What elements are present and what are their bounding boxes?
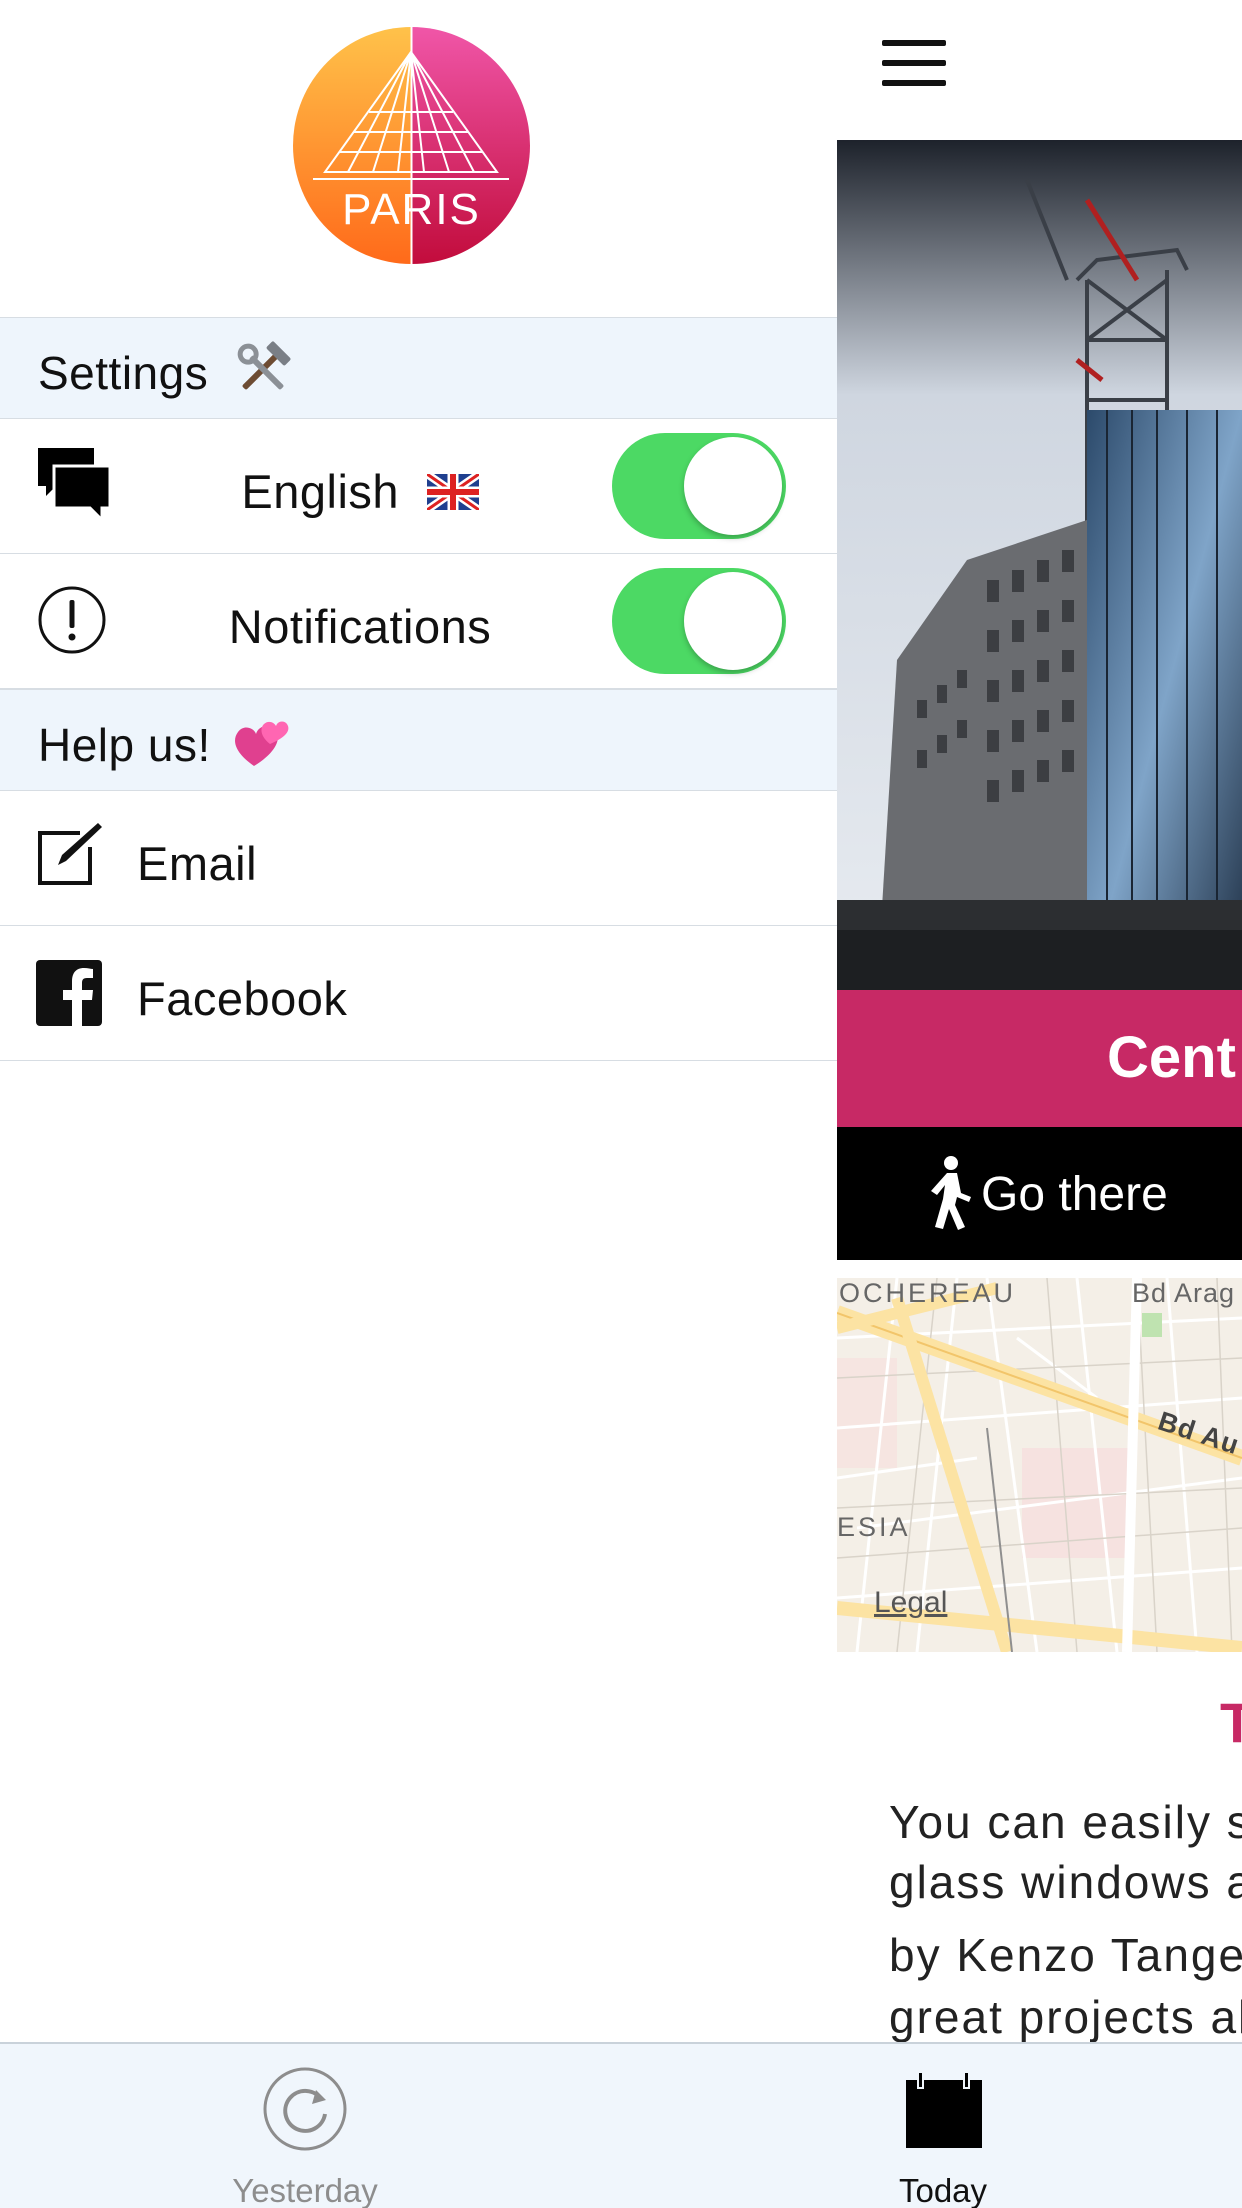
facebook-label: Facebook: [137, 972, 348, 1025]
compose-icon: [36, 821, 112, 897]
map-legal-link[interactable]: Legal: [874, 1586, 947, 1620]
facebook-icon: [36, 960, 112, 1036]
language-toggle[interactable]: [612, 433, 786, 539]
place-photo: [837, 140, 1242, 990]
place-title: Cent: [1107, 1025, 1236, 1090]
email-label: Email: [137, 837, 258, 890]
facebook-link[interactable]: Facebook: [0, 926, 837, 1061]
notifications-toggle[interactable]: [612, 568, 786, 674]
notifications-row[interactable]: Notifications: [0, 554, 837, 689]
section-title: T: [1220, 1691, 1242, 1754]
map-label: OCHEREAU: [839, 1278, 1017, 1308]
main-content: Cent Go there OCHEREAU Bd Arag Bd Au ESI…: [837, 0, 1242, 2042]
toggle-knob: [684, 572, 782, 670]
hammer-and-wrench-icon: [232, 338, 294, 400]
walking-person-icon: [925, 1155, 975, 1231]
exclamation-circle-icon: [36, 584, 112, 660]
body-text-line: by Kenzo Tange: [889, 1929, 1242, 1981]
map-label: Bd Arag: [1132, 1278, 1236, 1308]
go-there-label: Go there: [981, 1168, 1168, 1221]
tab-today-label: Today: [898, 2172, 988, 2208]
help-section-header: Help us!: [0, 689, 837, 791]
calendar-icon: [904, 2071, 984, 2150]
logo-text: PARIS: [342, 185, 481, 234]
go-there-button[interactable]: Go there: [837, 1127, 1242, 1260]
body-text-line: glass windows a: [889, 1856, 1242, 1908]
tab-today[interactable]: Today: [843, 2044, 1043, 2208]
notifications-label: Notifications: [228, 600, 492, 653]
paris-logo: PARIS: [293, 27, 530, 264]
body-text-line: great projects all: [889, 1991, 1242, 2042]
tab-yesterday-label: Yesterday: [232, 2172, 378, 2208]
hamburger-icon[interactable]: [882, 40, 946, 86]
place-title-bar: Cent: [837, 990, 1242, 1127]
language-label: English: [241, 465, 400, 518]
settings-section-header: Settings: [0, 317, 837, 419]
speech-bubbles-icon: [36, 446, 112, 524]
help-header-label: Help us!: [38, 719, 211, 771]
body-text-line: You can easily se: [889, 1796, 1242, 1848]
side-menu: PARIS Settings English Notifications Hel…: [0, 0, 837, 2042]
toggle-knob: [684, 437, 782, 535]
two-hearts-icon: [230, 710, 292, 772]
map-label: ESIA: [837, 1512, 911, 1542]
settings-header-label: Settings: [38, 347, 209, 399]
tab-bar: Yesterday Today: [0, 2042, 1242, 2208]
email-link[interactable]: Email: [0, 791, 837, 926]
replay-circle-icon: [262, 2066, 348, 2152]
tab-yesterday[interactable]: Yesterday: [205, 2044, 405, 2208]
language-row[interactable]: English: [0, 419, 837, 554]
uk-flag-icon: [424, 466, 481, 514]
map-view[interactable]: OCHEREAU Bd Arag Bd Au ESIA Legal: [837, 1278, 1242, 1652]
